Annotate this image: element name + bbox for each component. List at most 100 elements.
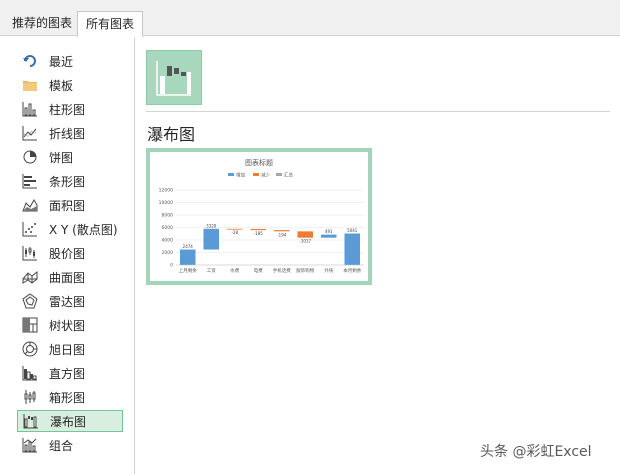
tab-recommended-charts[interactable]: 推荐的图表 — [4, 11, 80, 36]
sidebar-item-label: 组合 — [49, 438, 74, 453]
combo-chart-icon — [21, 437, 39, 453]
treemap-chart-icon — [21, 317, 39, 333]
bar-increase — [344, 233, 361, 265]
data-label: 3320 — [206, 223, 217, 228]
x-tick-label: 手机话费 — [273, 267, 291, 274]
sidebar-item-recent[interactable]: 最近 — [17, 50, 123, 72]
chart-type-heading: 瀑布图 — [147, 125, 196, 144]
divider — [146, 111, 610, 112]
sidebar-item-label: 旭日图 — [49, 342, 86, 357]
waterfall-thumbnail-icon — [156, 60, 191, 96]
x-tick-label: 上月剩余 — [179, 267, 197, 274]
sidebar-item-label: 面积图 — [49, 198, 86, 213]
y-tick-label: 4000 — [162, 238, 174, 244]
column-chart-icon — [21, 101, 39, 117]
sidebar-item-label: 箱形图 — [49, 390, 86, 405]
sidebar-item-label: 模板 — [49, 78, 74, 93]
y-tick-label: 8000 — [162, 213, 174, 219]
sidebar-item-label: 曲面图 — [49, 270, 86, 285]
histogram-chart-icon — [21, 365, 39, 381]
legend-swatch-total — [276, 173, 282, 176]
sidebar-item-label: 柱形图 — [49, 102, 86, 117]
waterfall-chart-preview[interactable]: 图表标题 增加 减少 汇总 0 2000 4000 6000 8000 10000 12000 247… — [146, 148, 372, 285]
x-tick-label: 电费 — [254, 267, 263, 274]
bar-increase — [203, 228, 220, 250]
sidebar-item-label: 折线图 — [49, 126, 86, 141]
pie-chart-icon — [21, 149, 39, 165]
legend-swatch-decrease — [253, 173, 259, 176]
sidebar-item-area-chart[interactable]: 面积图 — [17, 194, 123, 216]
chart-type-sidebar: 最近模板柱形图折线图饼图条形图面积图 X Y (散点图) 股价图曲面图雷达图树状图旭… — [0, 37, 135, 474]
sidebar-item-label: 股价图 — [49, 246, 86, 261]
sidebar-item-surface-chart[interactable]: 曲面图 — [17, 266, 123, 288]
bar-increase — [320, 234, 337, 238]
sidebar-item-bar-chart[interactable]: 条形图 — [17, 170, 123, 192]
waterfall-chart: 图表标题增加 减少 汇总 0 2000 4000 6000 8000 10000 12000 247… — [159, 158, 364, 274]
sidebar-item-scatter-chart[interactable]: X Y (散点图) — [17, 218, 123, 240]
sidebar-item-radar-chart[interactable]: 雷达图 — [17, 290, 123, 312]
sidebar-item-treemap-chart[interactable]: 树状图 — [17, 314, 123, 336]
sidebar-item-line-chart[interactable]: 折线图 — [17, 122, 123, 144]
scatter-chart-icon — [21, 221, 39, 237]
data-label: 2474 — [183, 244, 194, 249]
chart-title: 图表标题 — [245, 158, 273, 167]
sidebar-item-label: 雷达图 — [49, 294, 86, 309]
sidebar-item-label: 树状图 — [49, 318, 86, 333]
sidebar-item-stock-chart[interactable]: 股价图 — [17, 242, 123, 264]
tab-all-charts[interactable]: 所有图表 — [77, 11, 144, 37]
sunburst-chart-icon — [21, 341, 39, 357]
stock-chart-icon — [21, 245, 39, 261]
data-label: -28 — [231, 230, 238, 235]
watermark: 头条 @彩虹Excel — [480, 444, 592, 460]
sidebar-item-label: 最近 — [49, 54, 74, 69]
x-tick-label: 水费 — [230, 267, 239, 274]
sidebar-item-box-whisker-chart[interactable]: 箱形图 — [17, 386, 123, 408]
sidebar-item-label: 直方图 — [49, 366, 86, 381]
data-label: 491 — [325, 229, 333, 234]
x-tick-label: 工资 — [207, 267, 216, 274]
sidebar-item-label: 瀑布图 — [50, 414, 87, 429]
data-label: -185 — [254, 231, 264, 236]
waterfall-subtype-thumbnail[interactable] — [146, 50, 202, 105]
line-chart-icon — [21, 125, 39, 141]
y-tick-label: 12000 — [159, 188, 173, 194]
bar-decrease — [273, 230, 290, 232]
legend-swatch-increase — [228, 173, 234, 176]
surface-chart-icon — [21, 269, 39, 285]
bar-chart-icon — [21, 173, 39, 189]
chart-gallery: 瀑布图 图表标题 增加 减少 汇总 0 2000 4000 6000 8000 10000 1200… — [136, 37, 620, 474]
sidebar-item-label: 饼图 — [49, 150, 74, 165]
x-tick-label: 本月剩余 — [343, 267, 361, 274]
x-tick-label: 外快 — [324, 267, 333, 274]
y-tick-label: 10000 — [159, 200, 173, 206]
sidebar-item-label: 条形图 — [49, 174, 86, 189]
y-tick-label: 0 — [170, 263, 173, 269]
sidebar-item-pie-chart[interactable]: 饼图 — [17, 146, 123, 168]
bar-increase — [179, 249, 196, 265]
bar-decrease — [250, 228, 267, 231]
box-whisker-chart-icon — [21, 389, 39, 405]
sidebar-item-waterfall-chart[interactable]: 瀑布图 — [17, 410, 123, 432]
sidebar-item-folder[interactable]: 模板 — [17, 74, 123, 96]
data-label: 5041 — [347, 228, 358, 233]
sidebar-item-sunburst-chart[interactable]: 旭日图 — [17, 338, 123, 360]
data-label: -194 — [277, 232, 287, 237]
sidebar-item-label: X Y (散点图) — [49, 222, 118, 237]
y-tick-label: 2000 — [162, 250, 174, 256]
bar-decrease — [297, 231, 314, 238]
x-tick-label: 服饰购物 — [296, 267, 314, 274]
legend-label-increase: 增加 — [236, 172, 245, 179]
tab-bar: 推荐的图表 所有图表 — [0, 0, 620, 37]
folder-icon — [21, 77, 39, 93]
data-label: -1017 — [299, 239, 311, 244]
waterfall-chart-icon — [22, 413, 40, 429]
radar-chart-icon — [21, 293, 39, 309]
legend-label-total: 汇总 — [284, 172, 293, 179]
legend-label-decrease: 减少 — [261, 172, 270, 179]
sidebar-item-column-chart[interactable]: 柱形图 — [17, 98, 123, 120]
recent-icon — [21, 53, 39, 69]
sidebar-item-histogram-chart[interactable]: 直方图 — [17, 362, 123, 384]
area-chart-icon — [21, 197, 39, 213]
y-tick-label: 6000 — [162, 225, 174, 231]
sidebar-item-combo-chart[interactable]: 组合 — [17, 434, 123, 456]
